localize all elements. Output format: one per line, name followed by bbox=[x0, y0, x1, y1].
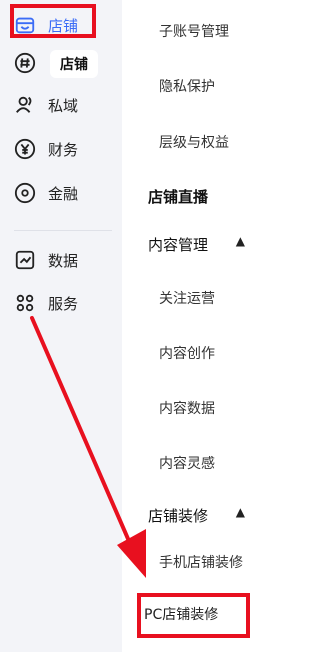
rail-item-label: 服务 bbox=[48, 294, 79, 313]
rail-divider bbox=[14, 230, 112, 231]
menu-section-store-decor[interactable]: 店铺装修 ▲ bbox=[122, 505, 257, 526]
menu-item-label: 内容创作 bbox=[159, 346, 215, 362]
rail-sub-chip-label: 店铺 bbox=[60, 57, 88, 73]
yuan-icon bbox=[14, 138, 36, 160]
menu-item-levels-rights[interactable]: 层级与权益 bbox=[122, 132, 257, 152]
rail-item-label: 金融 bbox=[48, 184, 79, 203]
menu-item-label: 手机店铺装修 bbox=[159, 555, 243, 571]
section-label: 内容管理 bbox=[148, 236, 209, 254]
menu-item-label: 内容灵感 bbox=[159, 456, 215, 472]
rail-item-finance[interactable]: 财务 bbox=[14, 132, 106, 166]
menu-item-label: 隐私保护 bbox=[159, 79, 215, 95]
menu-item-mobile-decor[interactable]: 手机店铺装修 bbox=[122, 552, 257, 572]
menu-section-content-mgmt[interactable]: 内容管理 ▲ bbox=[122, 234, 257, 255]
hash-icon bbox=[14, 52, 36, 74]
hash-icon-wrap bbox=[14, 46, 44, 80]
highlight-box-store bbox=[10, 4, 96, 38]
menu-item-label: 关注运营 bbox=[159, 291, 215, 307]
section-label: 店铺装修 bbox=[148, 507, 209, 525]
users-icon bbox=[14, 94, 36, 116]
menu-item-label: 店铺直播 bbox=[148, 188, 209, 206]
rail-item-data[interactable]: 数据 bbox=[14, 243, 106, 277]
menu-item-follow-ops[interactable]: 关注运营 bbox=[122, 288, 257, 308]
rail-item-label: 私域 bbox=[48, 96, 79, 115]
menu-item-sub-accounts[interactable]: 子账号管理 bbox=[122, 21, 257, 41]
chevron-up-icon: ▲ bbox=[235, 505, 245, 519]
chevron-up-icon: ▲ bbox=[235, 234, 245, 248]
submenu-panel: 子账号管理 隐私保护 层级与权益 店铺直播 内容管理 ▲ 关注运营 内容创作 内… bbox=[122, 0, 257, 652]
rail-item-private-domain[interactable]: 私域 bbox=[14, 88, 106, 122]
rail-item-label: 数据 bbox=[48, 251, 79, 270]
apps-icon bbox=[14, 292, 36, 314]
rail-item-services[interactable]: 服务 bbox=[14, 286, 106, 320]
menu-item-privacy[interactable]: 隐私保护 bbox=[122, 76, 257, 96]
highlight-box-pc-decor bbox=[137, 593, 250, 638]
left-nav-rail: 店铺 店铺 私域 财务 金融 数据 服务 bbox=[0, 0, 118, 652]
rail-sub-chip-store[interactable]: 店铺 bbox=[50, 50, 98, 78]
menu-item-store-live[interactable]: 店铺直播 bbox=[122, 186, 257, 207]
menu-item-label: 内容数据 bbox=[159, 401, 215, 417]
finance-icon bbox=[14, 182, 36, 204]
menu-item-label: 层级与权益 bbox=[159, 135, 229, 151]
rail-item-label: 财务 bbox=[48, 140, 79, 159]
menu-item-content-create[interactable]: 内容创作 bbox=[122, 343, 257, 363]
rail-item-financial-services[interactable]: 金融 bbox=[14, 176, 106, 210]
app-screen: 店铺 店铺 私域 财务 金融 数据 服务 子账号管理 隐私保护 层级与权益 店铺… bbox=[0, 0, 257, 652]
menu-item-label: 子账号管理 bbox=[159, 24, 229, 40]
chart-icon bbox=[14, 249, 36, 271]
menu-item-content-inspiration[interactable]: 内容灵感 bbox=[122, 453, 257, 473]
menu-item-content-data[interactable]: 内容数据 bbox=[122, 398, 257, 418]
